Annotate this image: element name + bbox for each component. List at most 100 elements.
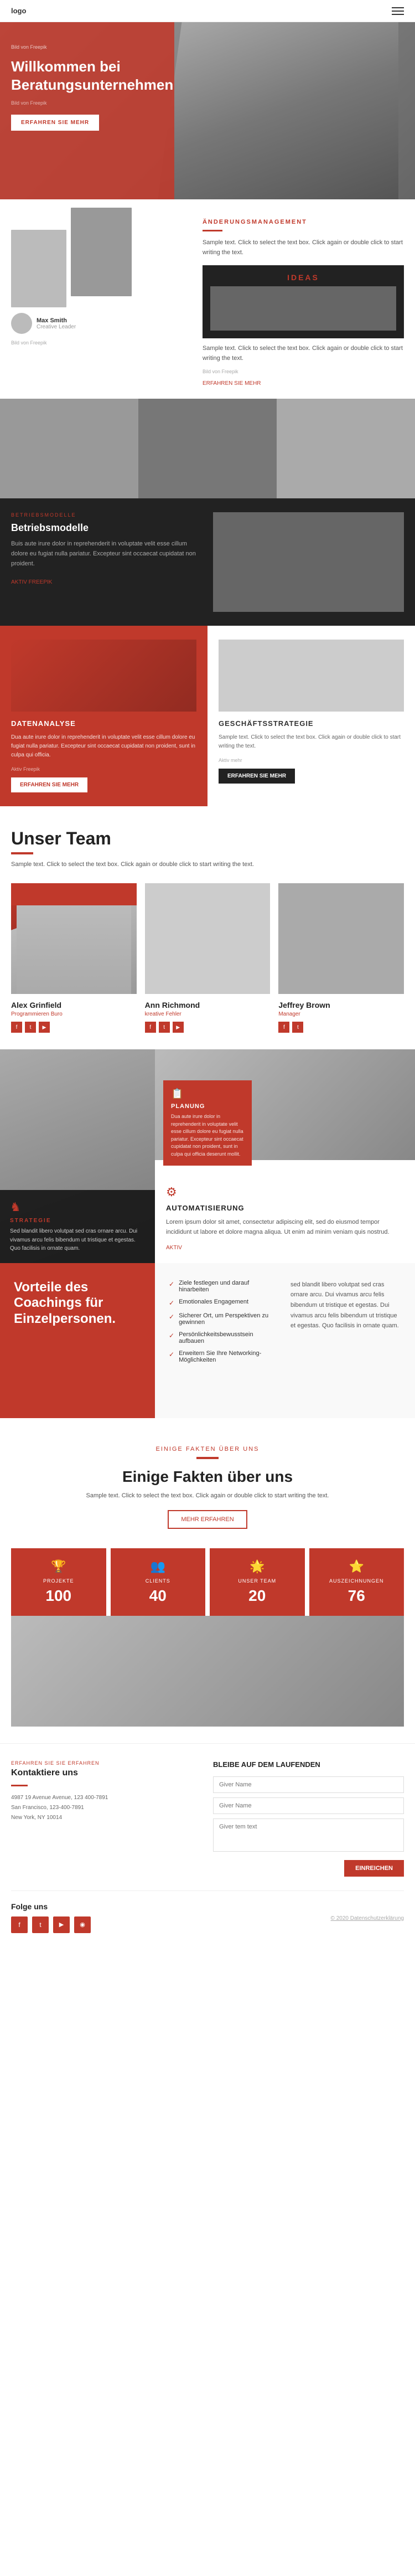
betrieb-right-img	[213, 512, 404, 612]
change-person-name: Max Smith	[37, 317, 76, 324]
footer-message-input[interactable]	[213, 1818, 404, 1852]
check-text-4: Persönlichkeitsbewusstsein aufbauen	[179, 1331, 279, 1344]
footer-newsletter-col: BLEIBE AUF DEM LAUFENDEN EINREICHEN	[213, 1760, 404, 1877]
check-text-2: Emotionales Engagement	[179, 1299, 248, 1305]
team-card-2: Ann Richmond kreative Fehler f t ▶	[145, 883, 271, 1033]
team-social-3: f t	[278, 1022, 404, 1033]
check-item-3: ✓ Sicherer Ort, um Perspektiven zu gewin…	[169, 1312, 279, 1326]
change-img-caption: Bild von Freepik	[11, 337, 194, 347]
footer-yt-icon[interactable]: ▶	[53, 1916, 70, 1933]
strat-right: 📋 PLANUNG Dua aute irure dolor in repreh…	[155, 1049, 415, 1263]
change-right: ÄNDERUNGSMANAGEMENT Sample text. Click t…	[203, 219, 404, 388]
hero-person-photo	[158, 22, 398, 199]
daten-link: Aktiv Freepik	[11, 766, 196, 772]
daten-text: Dua aute irure dolor in reprehenderit in…	[11, 733, 196, 760]
team-photo-1-person	[17, 905, 131, 994]
planning-label: PLANUNG	[171, 1103, 244, 1110]
team-bar	[11, 852, 33, 854]
betrieb-photo-1	[0, 399, 138, 498]
check-icon-1: ✓	[169, 1280, 174, 1288]
social-tw-3[interactable]: t	[292, 1022, 303, 1033]
betrieb-left: BETRIEBSMODELLE Betriebsmodelle Buis aut…	[11, 512, 202, 586]
betrieb-label: BETRIEBSMODELLE	[11, 512, 202, 518]
stat-card-2: 👥 CLIENTS 40	[111, 1548, 206, 1616]
change-left: Max Smith Creative Leader Bild von Freep…	[11, 219, 194, 388]
footer-contact-title: Kontaktiere uns	[11, 1768, 202, 1778]
stat-icon-4: ⭐	[315, 1559, 399, 1574]
check-icon-3: ✓	[169, 1313, 174, 1321]
footer-submit-button[interactable]: EINREICHEN	[344, 1860, 404, 1877]
strat-horse-icon: ♞	[10, 1200, 145, 1214]
hamburger-button[interactable]	[392, 7, 404, 15]
two-col-section: DATENANALYSE Dua aute irure dolor in rep…	[0, 626, 415, 806]
social-yt-2[interactable]: ▶	[173, 1022, 184, 1033]
change-section: Max Smith Creative Leader Bild von Freep…	[0, 199, 415, 399]
change-text-2: Sample text. Click to select the text bo…	[203, 344, 404, 363]
geschaeft-button[interactable]: erfahren sie mehr	[219, 769, 295, 784]
social-fb-3[interactable]: f	[278, 1022, 289, 1033]
footer-follow-title: Folge uns	[11, 1902, 91, 1911]
social-tw-2[interactable]: t	[159, 1022, 170, 1033]
geschaeft-link: Aktiv mehr	[219, 758, 404, 763]
betrieb-content: BETRIEBSMODELLE Betriebsmodelle Buis aut…	[0, 498, 415, 626]
check-text-5: Erweitern Sie Ihre Networking-Möglichkei…	[179, 1350, 279, 1363]
footer-ig-icon[interactable]: ◉	[74, 1916, 91, 1933]
betrieb-link[interactable]: Aktiv Freepik	[11, 579, 52, 585]
stat-card-3: 🌟 UNSER TEAM 20	[210, 1548, 305, 1616]
change-caption-text: Bild von Freepik	[11, 340, 47, 346]
hero-cta-button[interactable]: Erfahren sie mehr	[11, 115, 99, 131]
check-item-2: ✓ Emotionales Engagement	[169, 1299, 279, 1307]
footer-social-icons: f t ▶ ◉	[11, 1916, 91, 1933]
team-photo-3	[278, 883, 404, 994]
vorteile-title: Vorteile des Coachings für Einzelpersone…	[14, 1280, 141, 1327]
footer-name-input[interactable]	[213, 1776, 404, 1793]
footer-contact-subtitle: ERFAHREN SIE SIE ERFAHREN	[11, 1760, 202, 1766]
hamburger-line-2	[392, 11, 404, 12]
auto-text: Lorem ipsum dolor sit amet, consectetur …	[166, 1218, 404, 1237]
hero-content: Bild von Freepik Willkommen bei Beratung…	[11, 44, 160, 131]
footer-fb-icon[interactable]: f	[11, 1916, 28, 1933]
planning-area: 📋 PLANUNG Dua aute irure dolor in repreh…	[155, 1049, 415, 1160]
vorteile-section: Vorteile des Coachings für Einzelpersone…	[0, 1263, 415, 1418]
betrieb-section: BETRIEBSMODELLE Betriebsmodelle Buis aut…	[0, 399, 415, 626]
footer-grid: ERFAHREN SIE SIE ERFAHREN Kontaktiere un…	[11, 1760, 404, 1877]
change-photo-2	[71, 208, 132, 296]
strat-text: Sed blandit libero volutpat sed cras orn…	[10, 1227, 145, 1253]
fakten-title: Einige Fakten über uns	[11, 1468, 404, 1486]
team-subtitle: Sample text. Click to select the text bo…	[11, 861, 404, 868]
change-caption2: Bild von Freepik	[203, 369, 404, 374]
planning-icon: 📋	[171, 1088, 244, 1100]
footer-tw-icon[interactable]: t	[32, 1916, 49, 1933]
team-card-1: Alex Grinfield Programmieren Buro f t ▶	[11, 883, 137, 1033]
fakten-button[interactable]: MEHR ERFAHREN	[168, 1510, 247, 1529]
vorteile-checklist: ✓ Ziele festlegen und darauf hinarbeiten…	[169, 1280, 279, 1402]
check-icon-2: ✓	[169, 1299, 174, 1307]
strat-overlay-box: ♞ STRATEGIE Sed blandit libero volutpat …	[0, 1190, 155, 1263]
social-yt-1[interactable]: ▶	[39, 1022, 50, 1033]
stat-label-3: UNSER TEAM	[215, 1578, 299, 1584]
ideas-box: IDEAS	[203, 265, 404, 338]
social-fb-1[interactable]: f	[11, 1022, 22, 1033]
team-social-1: f t ▶	[11, 1022, 137, 1033]
daten-button[interactable]: erfahren sie mehr	[11, 777, 87, 792]
auto-link[interactable]: Aktiv	[166, 1245, 182, 1251]
change-label: ÄNDERUNGSMANAGEMENT	[203, 219, 404, 225]
ideas-label: IDEAS	[210, 273, 396, 282]
stat-icon-3: 🌟	[215, 1559, 299, 1574]
auto-title: AUTOMATISIERUNG	[166, 1204, 404, 1212]
social-fb-2[interactable]: f	[145, 1022, 156, 1033]
social-tw-1[interactable]: t	[25, 1022, 36, 1033]
auto-area: ⚙ AUTOMATISIERUNG Lorem ipsum dolor sit …	[155, 1171, 415, 1263]
footer-email-input[interactable]	[213, 1797, 404, 1814]
footer-bar	[11, 1785, 28, 1786]
betrieb-photo-3	[277, 399, 415, 498]
team-grid: Alex Grinfield Programmieren Buro f t ▶ …	[11, 883, 404, 1033]
change-link[interactable]: erfahren sie mehr	[203, 380, 261, 387]
team-role-2: kreative Fehler	[145, 1011, 271, 1017]
planning-text: Dua aute irure dolor in reprehenderit in…	[171, 1113, 244, 1158]
vorteile-right-text: sed blandit libero volutpat sed cras orn…	[290, 1280, 401, 1331]
geschaeft-col: GESCHÄFTSSTRATEGIE Sample text. Click to…	[208, 626, 415, 806]
change-person-img	[11, 313, 32, 334]
ideas-photo	[210, 286, 396, 331]
footer-privacy-text[interactable]: © 2020 Datenschutzerklärung	[331, 1915, 404, 1921]
